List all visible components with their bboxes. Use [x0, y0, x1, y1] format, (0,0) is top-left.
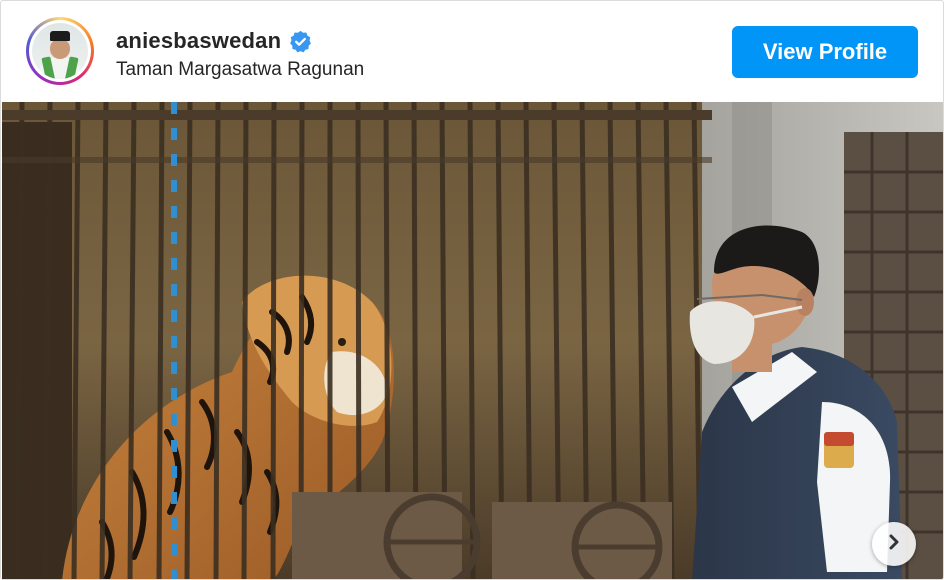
instagram-embed-card: aniesbaswedan Taman Margasatwa Ragunan V…: [0, 0, 944, 580]
verified-badge-icon: [289, 30, 312, 53]
post-header: aniesbaswedan Taman Margasatwa Ragunan V…: [1, 1, 943, 102]
chevron-right-icon: [884, 532, 904, 557]
post-image[interactable]: [2, 102, 943, 579]
view-profile-button[interactable]: View Profile: [732, 26, 918, 78]
profile-avatar[interactable]: [26, 17, 94, 85]
username-link[interactable]: aniesbaswedan: [116, 28, 281, 54]
next-image-button[interactable]: [872, 522, 916, 566]
location-link[interactable]: Taman Margasatwa Ragunan: [116, 59, 364, 81]
